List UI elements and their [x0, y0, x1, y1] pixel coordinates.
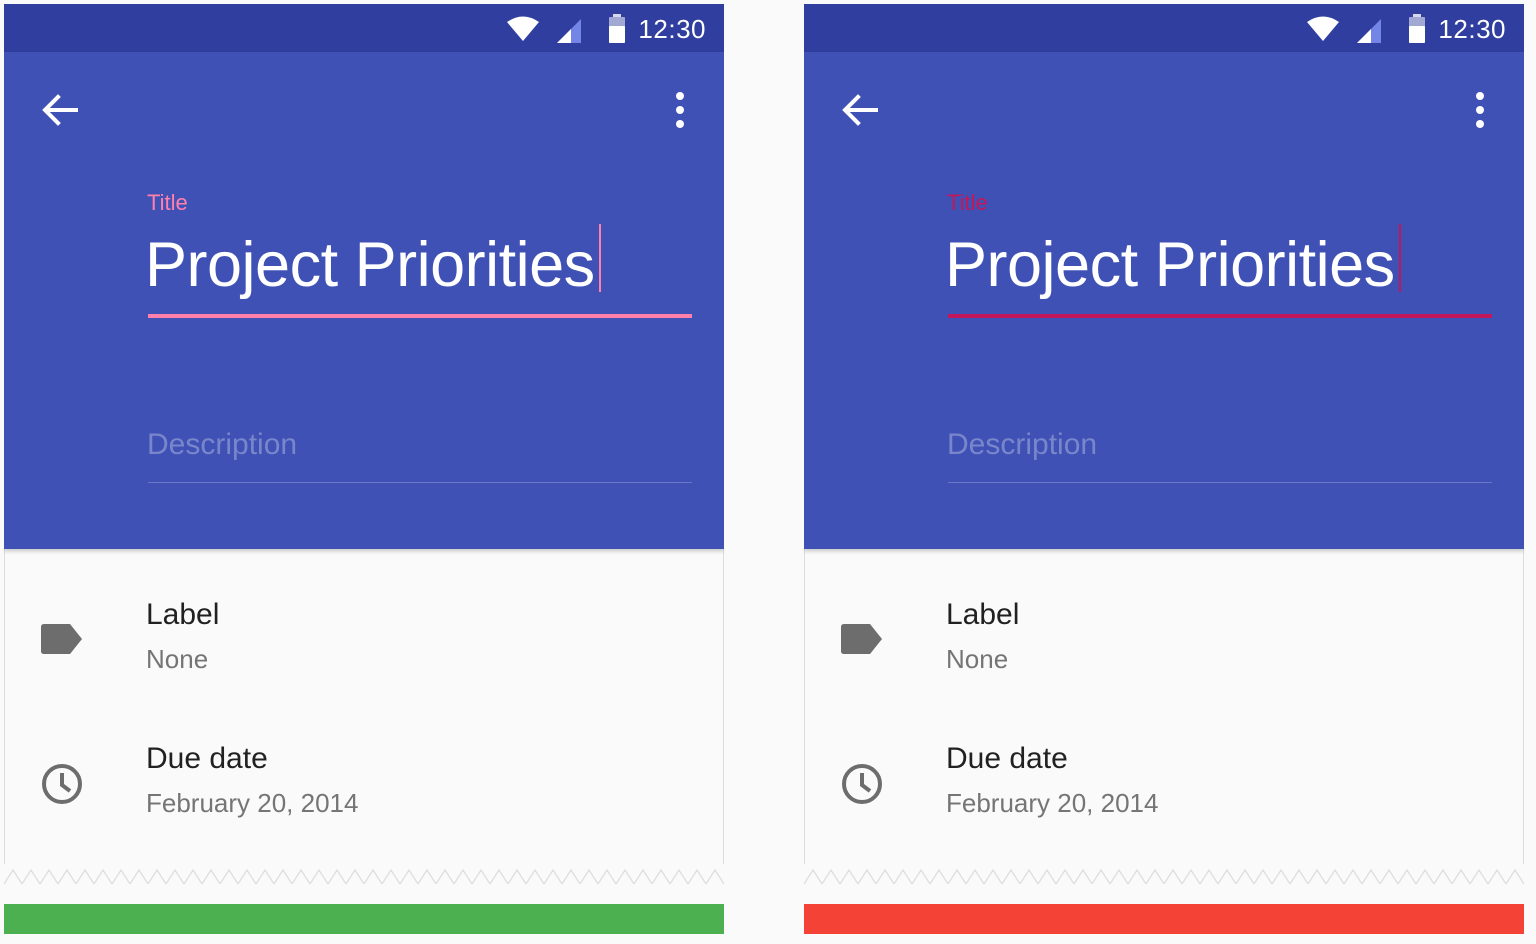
torn-edge	[4, 864, 724, 884]
card-edge	[4, 549, 5, 884]
more-vert-icon[interactable]	[660, 88, 700, 132]
description-underline	[948, 482, 1492, 483]
phone-screen-incorrect: 12:30 Title Project Priorities Descripti…	[804, 4, 1524, 884]
label-icon	[841, 624, 882, 654]
torn-edge	[804, 864, 1524, 884]
card-edge	[804, 549, 805, 884]
card-edge	[723, 549, 724, 884]
due-date-row-title: Due date	[146, 742, 268, 775]
cell-signal-icon	[1357, 19, 1381, 43]
label-icon	[41, 624, 82, 654]
status-time: 12:30	[638, 14, 706, 44]
title-underline	[948, 314, 1492, 318]
label-row-value: None	[146, 644, 209, 674]
due-date-row[interactable]: Due date February 20, 2014	[4, 728, 724, 848]
status-bar: 12:30	[4, 4, 724, 52]
clock-icon	[842, 764, 882, 804]
battery-icon	[609, 14, 625, 43]
app-bar: Title Project Priorities Description	[4, 52, 724, 549]
title-field-label: Title	[147, 190, 188, 215]
more-vert-icon[interactable]	[1460, 88, 1500, 132]
back-arrow-icon[interactable]	[38, 88, 82, 132]
wifi-icon	[1307, 16, 1339, 41]
label-row[interactable]: Label None	[4, 584, 724, 704]
due-date-row-title: Due date	[946, 742, 1068, 775]
title-input-value: Project Priorities	[145, 230, 595, 300]
description-input[interactable]: Description	[147, 428, 297, 462]
title-input-value: Project Priorities	[945, 230, 1395, 300]
due-date-row-value: February 20, 2014	[146, 788, 359, 818]
label-row-value: None	[946, 644, 1009, 674]
status-bar: 12:30	[804, 4, 1524, 52]
dont-indicator-bar	[804, 904, 1524, 934]
text-cursor	[1398, 224, 1401, 292]
battery-icon	[1409, 14, 1425, 43]
wifi-icon	[507, 16, 539, 41]
description-input[interactable]: Description	[947, 428, 1097, 462]
status-time: 12:30	[1438, 14, 1506, 44]
description-underline	[148, 482, 692, 483]
card-edge	[1523, 549, 1524, 884]
title-input[interactable]: Project Priorities	[945, 224, 1493, 304]
label-row-title: Label	[946, 598, 1020, 631]
text-cursor	[598, 224, 601, 292]
cell-signal-icon	[557, 19, 581, 43]
due-date-row-value: February 20, 2014	[946, 788, 1159, 818]
title-underline	[148, 314, 692, 318]
do-indicator-bar	[4, 904, 724, 934]
label-row-title: Label	[146, 598, 220, 631]
back-arrow-icon[interactable]	[838, 88, 882, 132]
label-row[interactable]: Label None	[804, 584, 1524, 704]
title-input[interactable]: Project Priorities	[145, 224, 693, 304]
due-date-row[interactable]: Due date February 20, 2014	[804, 728, 1524, 848]
phone-screen-correct: 12:30 Title Project Priorities Descripti…	[4, 4, 724, 884]
app-bar: Title Project Priorities Description	[804, 52, 1524, 549]
title-field-label: Title	[947, 190, 988, 215]
clock-icon	[42, 764, 82, 804]
